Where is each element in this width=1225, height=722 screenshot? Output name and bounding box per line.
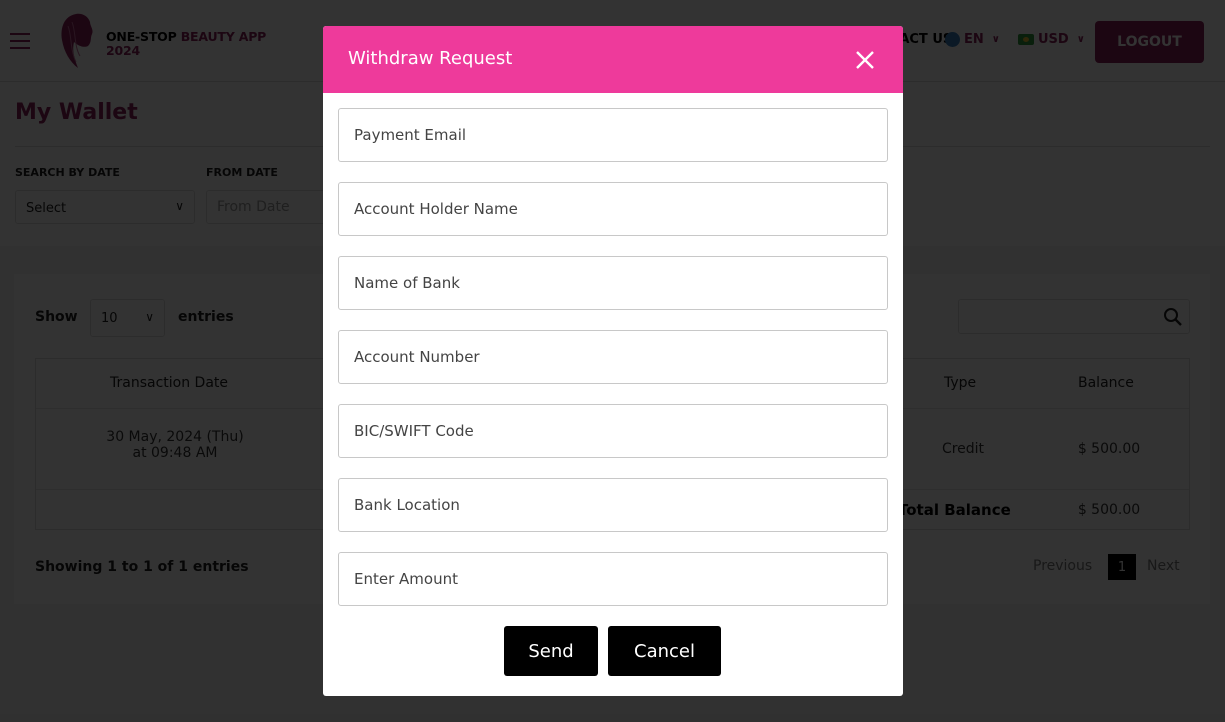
bank-name-field[interactable] <box>338 256 888 310</box>
amount-field[interactable] <box>338 552 888 606</box>
account-number-field[interactable] <box>338 330 888 384</box>
payment-email-field[interactable] <box>338 108 888 162</box>
send-button[interactable]: Send <box>504 626 598 676</box>
withdraw-request-modal: Withdraw Request Send Cancel <box>323 26 903 696</box>
modal-header: Withdraw Request <box>323 26 903 93</box>
close-icon[interactable] <box>853 48 877 72</box>
cancel-button[interactable]: Cancel <box>608 626 721 676</box>
bank-location-field[interactable] <box>338 478 888 532</box>
bic-swift-code-field[interactable] <box>338 404 888 458</box>
account-holder-name-field[interactable] <box>338 182 888 236</box>
modal-title: Withdraw Request <box>348 48 513 69</box>
